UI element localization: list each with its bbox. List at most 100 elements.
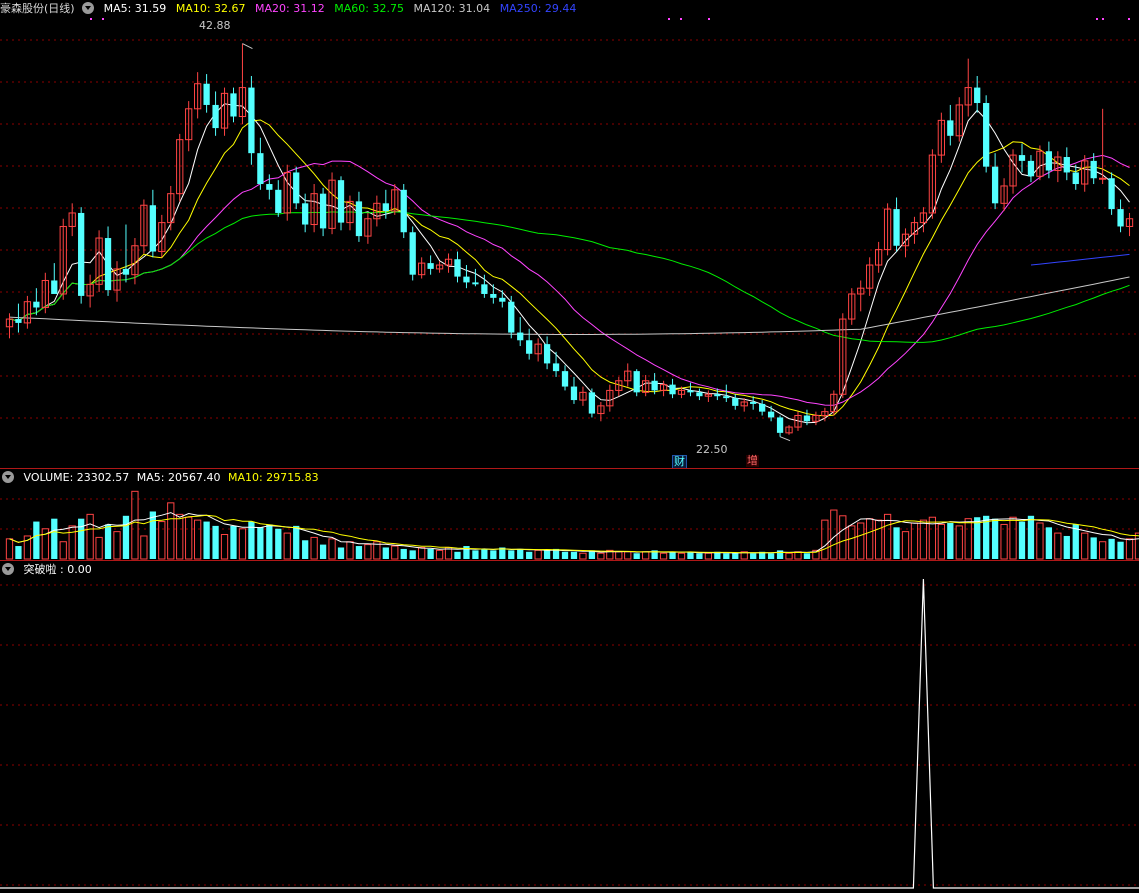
candle-body (983, 103, 990, 167)
volume-bar (659, 552, 668, 560)
signal-dot (708, 18, 710, 20)
volume-bar (275, 528, 282, 559)
candle (606, 384, 614, 412)
candle (624, 363, 632, 387)
ma20-label: MA20: 31.12 (255, 2, 325, 15)
candle (1099, 108, 1107, 185)
candle-body (1108, 178, 1115, 210)
volume-label: VOLUME: 23302.57 (23, 471, 130, 484)
volume-bar (991, 518, 999, 559)
volume-bar (677, 552, 686, 560)
high-price-label: 42.88 (199, 19, 231, 32)
candle (444, 253, 453, 273)
candle (893, 197, 900, 252)
signal-dot (680, 18, 682, 20)
candle-body (893, 209, 900, 246)
candle-body (463, 276, 470, 283)
candle (723, 384, 730, 402)
volume-bar (830, 509, 838, 560)
ma60-label: MA60: 32.75 (334, 2, 404, 15)
volume-bar (328, 538, 336, 560)
collapse-icon[interactable] (82, 2, 95, 14)
signal-dot (668, 18, 670, 20)
volume-bar (33, 521, 40, 559)
candle (1125, 212, 1134, 237)
candle-body (51, 280, 58, 294)
candle-body (714, 394, 721, 397)
indicator-pane[interactable]: 突破啦 : 0.00 (0, 561, 1139, 893)
collapse-icon[interactable] (2, 563, 14, 575)
volume-bar (266, 524, 273, 559)
signal-dot (90, 18, 92, 20)
candle-body (33, 301, 40, 308)
price-pane[interactable]: 豪森股份(日线) MA5: 31.59 MA10: 32.67 MA20: 31… (0, 0, 1139, 469)
candle-body (570, 386, 578, 401)
collapse-icon[interactable] (2, 471, 14, 483)
volume-bar (140, 535, 148, 560)
candle (1018, 143, 1026, 173)
volume-bar (95, 536, 103, 560)
candle (1000, 178, 1008, 212)
volume-bar (220, 534, 229, 560)
financial-report-marker[interactable]: 财 (672, 455, 687, 469)
candle (266, 174, 273, 200)
volume-bar (481, 548, 488, 559)
candle-body (78, 212, 85, 296)
candle-body (776, 417, 784, 433)
ma250-label: MA250: 29.44 (499, 2, 577, 15)
candle (874, 241, 883, 273)
candle (41, 272, 49, 314)
indicator-header: 突破啦 : 0.00 (0, 561, 98, 578)
volume-bar (337, 547, 345, 559)
candle (212, 91, 219, 136)
volume-bar (517, 548, 524, 559)
candle (104, 226, 112, 296)
candle-body (750, 401, 757, 404)
candle (230, 87, 237, 123)
candle (220, 87, 229, 136)
volume-bar (974, 517, 981, 559)
candle (275, 180, 282, 217)
volume-bar (624, 551, 632, 560)
price-header: 豪森股份(日线) MA5: 31.59 MA10: 32.67 MA20: 31… (0, 0, 582, 17)
candle (812, 411, 820, 426)
volume-bar (1125, 538, 1134, 560)
share-increase-marker[interactable]: 增 (746, 455, 759, 467)
candle-body (526, 340, 533, 354)
candle-body (759, 403, 766, 412)
candle (947, 104, 954, 146)
volume-bar (901, 531, 910, 560)
candle-body (490, 293, 497, 298)
indicator-name: 突破啦 (23, 563, 57, 576)
candle-body (409, 232, 416, 275)
candlestick-chart (0, 18, 1139, 442)
signal-dot (1102, 18, 1104, 20)
ma10-line (9, 119, 1130, 417)
volume-bar (1134, 532, 1139, 560)
volume-bar (391, 545, 399, 560)
candle (561, 365, 569, 391)
candle-body (382, 203, 389, 212)
volume-bar (642, 551, 650, 560)
candle (472, 268, 479, 287)
candle-body (552, 363, 560, 372)
volume-bar (750, 553, 757, 559)
indicator-chart (0, 578, 1139, 889)
volume-bar (704, 552, 713, 560)
candle (552, 351, 560, 377)
candle (526, 328, 533, 360)
volume-bar (418, 546, 426, 560)
ma10-label: MA10: 32.67 (175, 2, 246, 15)
volume-pane[interactable]: VOLUME: 23302.57 MA5: 20567.40 MA10: 297… (0, 469, 1139, 560)
candle (149, 189, 156, 258)
volume-bar (176, 513, 184, 560)
candle (1072, 164, 1079, 190)
volume-bar (893, 527, 900, 559)
volume-bar (874, 519, 883, 560)
candle-body (1099, 177, 1107, 180)
volume-bar (302, 540, 309, 559)
volume-bar (59, 541, 67, 560)
volume-bar (561, 551, 569, 559)
candle (194, 72, 202, 119)
volume-bar (51, 518, 58, 559)
